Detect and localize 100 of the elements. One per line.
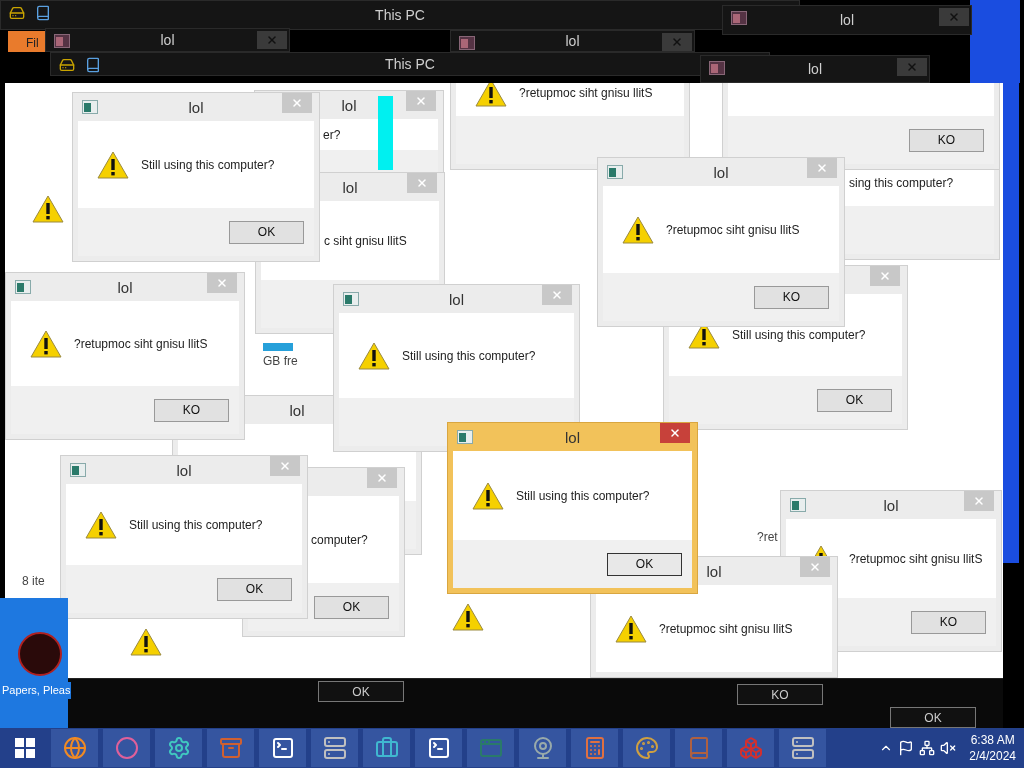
dialog-button[interactable]: KO: [909, 128, 984, 152]
taskbar-button[interactable]: [415, 729, 462, 767]
close-button[interactable]: [807, 158, 837, 178]
close-icon: [906, 61, 918, 73]
dialog-title: lol: [188, 99, 204, 115]
window-icon: [607, 165, 623, 179]
dialog-button[interactable]: OK: [318, 681, 404, 702]
close-icon: [415, 95, 427, 107]
message-text: ?retupmoc siht gnisu llitS: [519, 84, 653, 102]
taskbar-button[interactable]: [259, 729, 306, 767]
taskbar-button[interactable]: [363, 729, 410, 767]
window-icon: [457, 430, 473, 444]
window-icon: [343, 292, 359, 306]
message-text: er?: [323, 126, 341, 144]
flag-icon[interactable]: [898, 740, 915, 756]
close-button[interactable]: [939, 8, 969, 26]
muted-speaker-icon[interactable]: [940, 740, 957, 756]
dialog-button[interactable]: OK: [314, 595, 389, 619]
network-icon[interactable]: [919, 740, 936, 756]
globe-icon: [62, 736, 87, 760]
close-icon: [973, 495, 985, 507]
dialog-title: lol: [176, 462, 192, 478]
dialog-button[interactable]: OK: [890, 707, 976, 728]
window-title: This PC: [385, 54, 435, 74]
taskbar-button[interactable]: [311, 729, 358, 767]
taskbar-button[interactable]: [519, 729, 566, 767]
window-title: This PC: [375, 5, 425, 25]
window-icon: [790, 498, 806, 512]
close-icon: [279, 460, 291, 472]
dialog-title: lol: [840, 10, 854, 30]
close-icon: [809, 561, 821, 573]
terminal-icon: [426, 736, 451, 760]
dialog-title: lol: [117, 279, 133, 295]
dialog-title: lol: [289, 402, 305, 418]
clock-date: 2/4/2024: [969, 748, 1016, 764]
dialog-button[interactable]: OK: [607, 552, 682, 576]
dialog-title: lol: [808, 59, 822, 79]
message-text: Still using this computer?: [141, 156, 275, 174]
close-button[interactable]: [407, 173, 437, 193]
cabinet-icon: [218, 736, 243, 760]
document-icon: [85, 57, 101, 73]
close-button[interactable]: [800, 557, 830, 577]
terminal-icon: [270, 736, 295, 760]
message-text: Still using this computer?: [732, 327, 866, 344]
close-button[interactable]: [662, 33, 692, 51]
desktop-icon-label[interactable]: Papers, Pleas: [1, 682, 72, 699]
storage-bar: [263, 343, 293, 351]
taskbar-button[interactable]: [623, 729, 670, 767]
taskbar-button[interactable]: [51, 729, 98, 767]
dialog-button[interactable]: KO: [911, 610, 986, 634]
dialog-button[interactable]: KO: [154, 398, 229, 422]
palette-icon: [634, 736, 659, 760]
partial-text: GB fre: [263, 353, 298, 370]
close-icon: [216, 277, 228, 289]
dialog-button[interactable]: KO: [754, 285, 829, 309]
dialog-button[interactable]: KO: [737, 684, 823, 705]
dialog-title: lol: [883, 497, 899, 513]
document-icon: [35, 5, 51, 21]
partial-text: ?ret: [757, 529, 778, 546]
ring-icon: [114, 736, 139, 760]
close-button[interactable]: [964, 491, 994, 511]
windows-logo-icon: [15, 738, 35, 758]
message-text: sing this computer?: [849, 174, 954, 192]
message-text: computer?: [311, 531, 368, 549]
window-icon: [709, 61, 725, 75]
dialog-title: lol: [565, 429, 580, 445]
dialog-title: lol: [449, 291, 464, 307]
clock[interactable]: 6:38 AM 2/4/2024: [961, 732, 1024, 764]
cubes-icon: [738, 736, 763, 760]
message-text: c siht gnisu llitS: [324, 232, 407, 250]
close-icon: [669, 427, 681, 439]
message-text: ?retupmoc siht gnisu llitS: [666, 221, 800, 239]
close-button[interactable]: [257, 31, 287, 49]
ribbon-tab[interactable]: Fil: [8, 31, 45, 52]
close-button[interactable]: [897, 58, 927, 76]
close-button[interactable]: [282, 93, 312, 113]
close-button[interactable]: [542, 285, 572, 305]
partial-text: 8 ite: [22, 573, 45, 590]
close-button[interactable]: [870, 266, 900, 286]
window-icon: [459, 36, 475, 50]
close-button[interactable]: [207, 273, 237, 293]
close-button[interactable]: [660, 423, 690, 443]
dialog-button[interactable]: OK: [217, 577, 292, 601]
close-icon: [879, 270, 891, 282]
close-icon: [948, 11, 960, 23]
message-text: ?retupmoc siht gnisu llitS: [659, 620, 793, 638]
close-icon: [551, 289, 563, 301]
close-button[interactable]: [270, 456, 300, 476]
dialog-button[interactable]: OK: [229, 220, 304, 244]
close-button[interactable]: [406, 91, 436, 111]
message-text: ?retupmoc siht gnisu llitS: [74, 335, 208, 353]
taskbar-button[interactable]: [779, 729, 826, 767]
close-button[interactable]: [367, 468, 397, 488]
toolbox-icon: [374, 736, 399, 760]
taskbar-button[interactable]: [155, 729, 202, 767]
window-icon: [82, 100, 98, 114]
dialog-button[interactable]: OK: [817, 388, 892, 412]
close-icon: [671, 36, 683, 48]
computer-icon: [9, 5, 25, 21]
computer-tower-icon: [322, 736, 347, 760]
